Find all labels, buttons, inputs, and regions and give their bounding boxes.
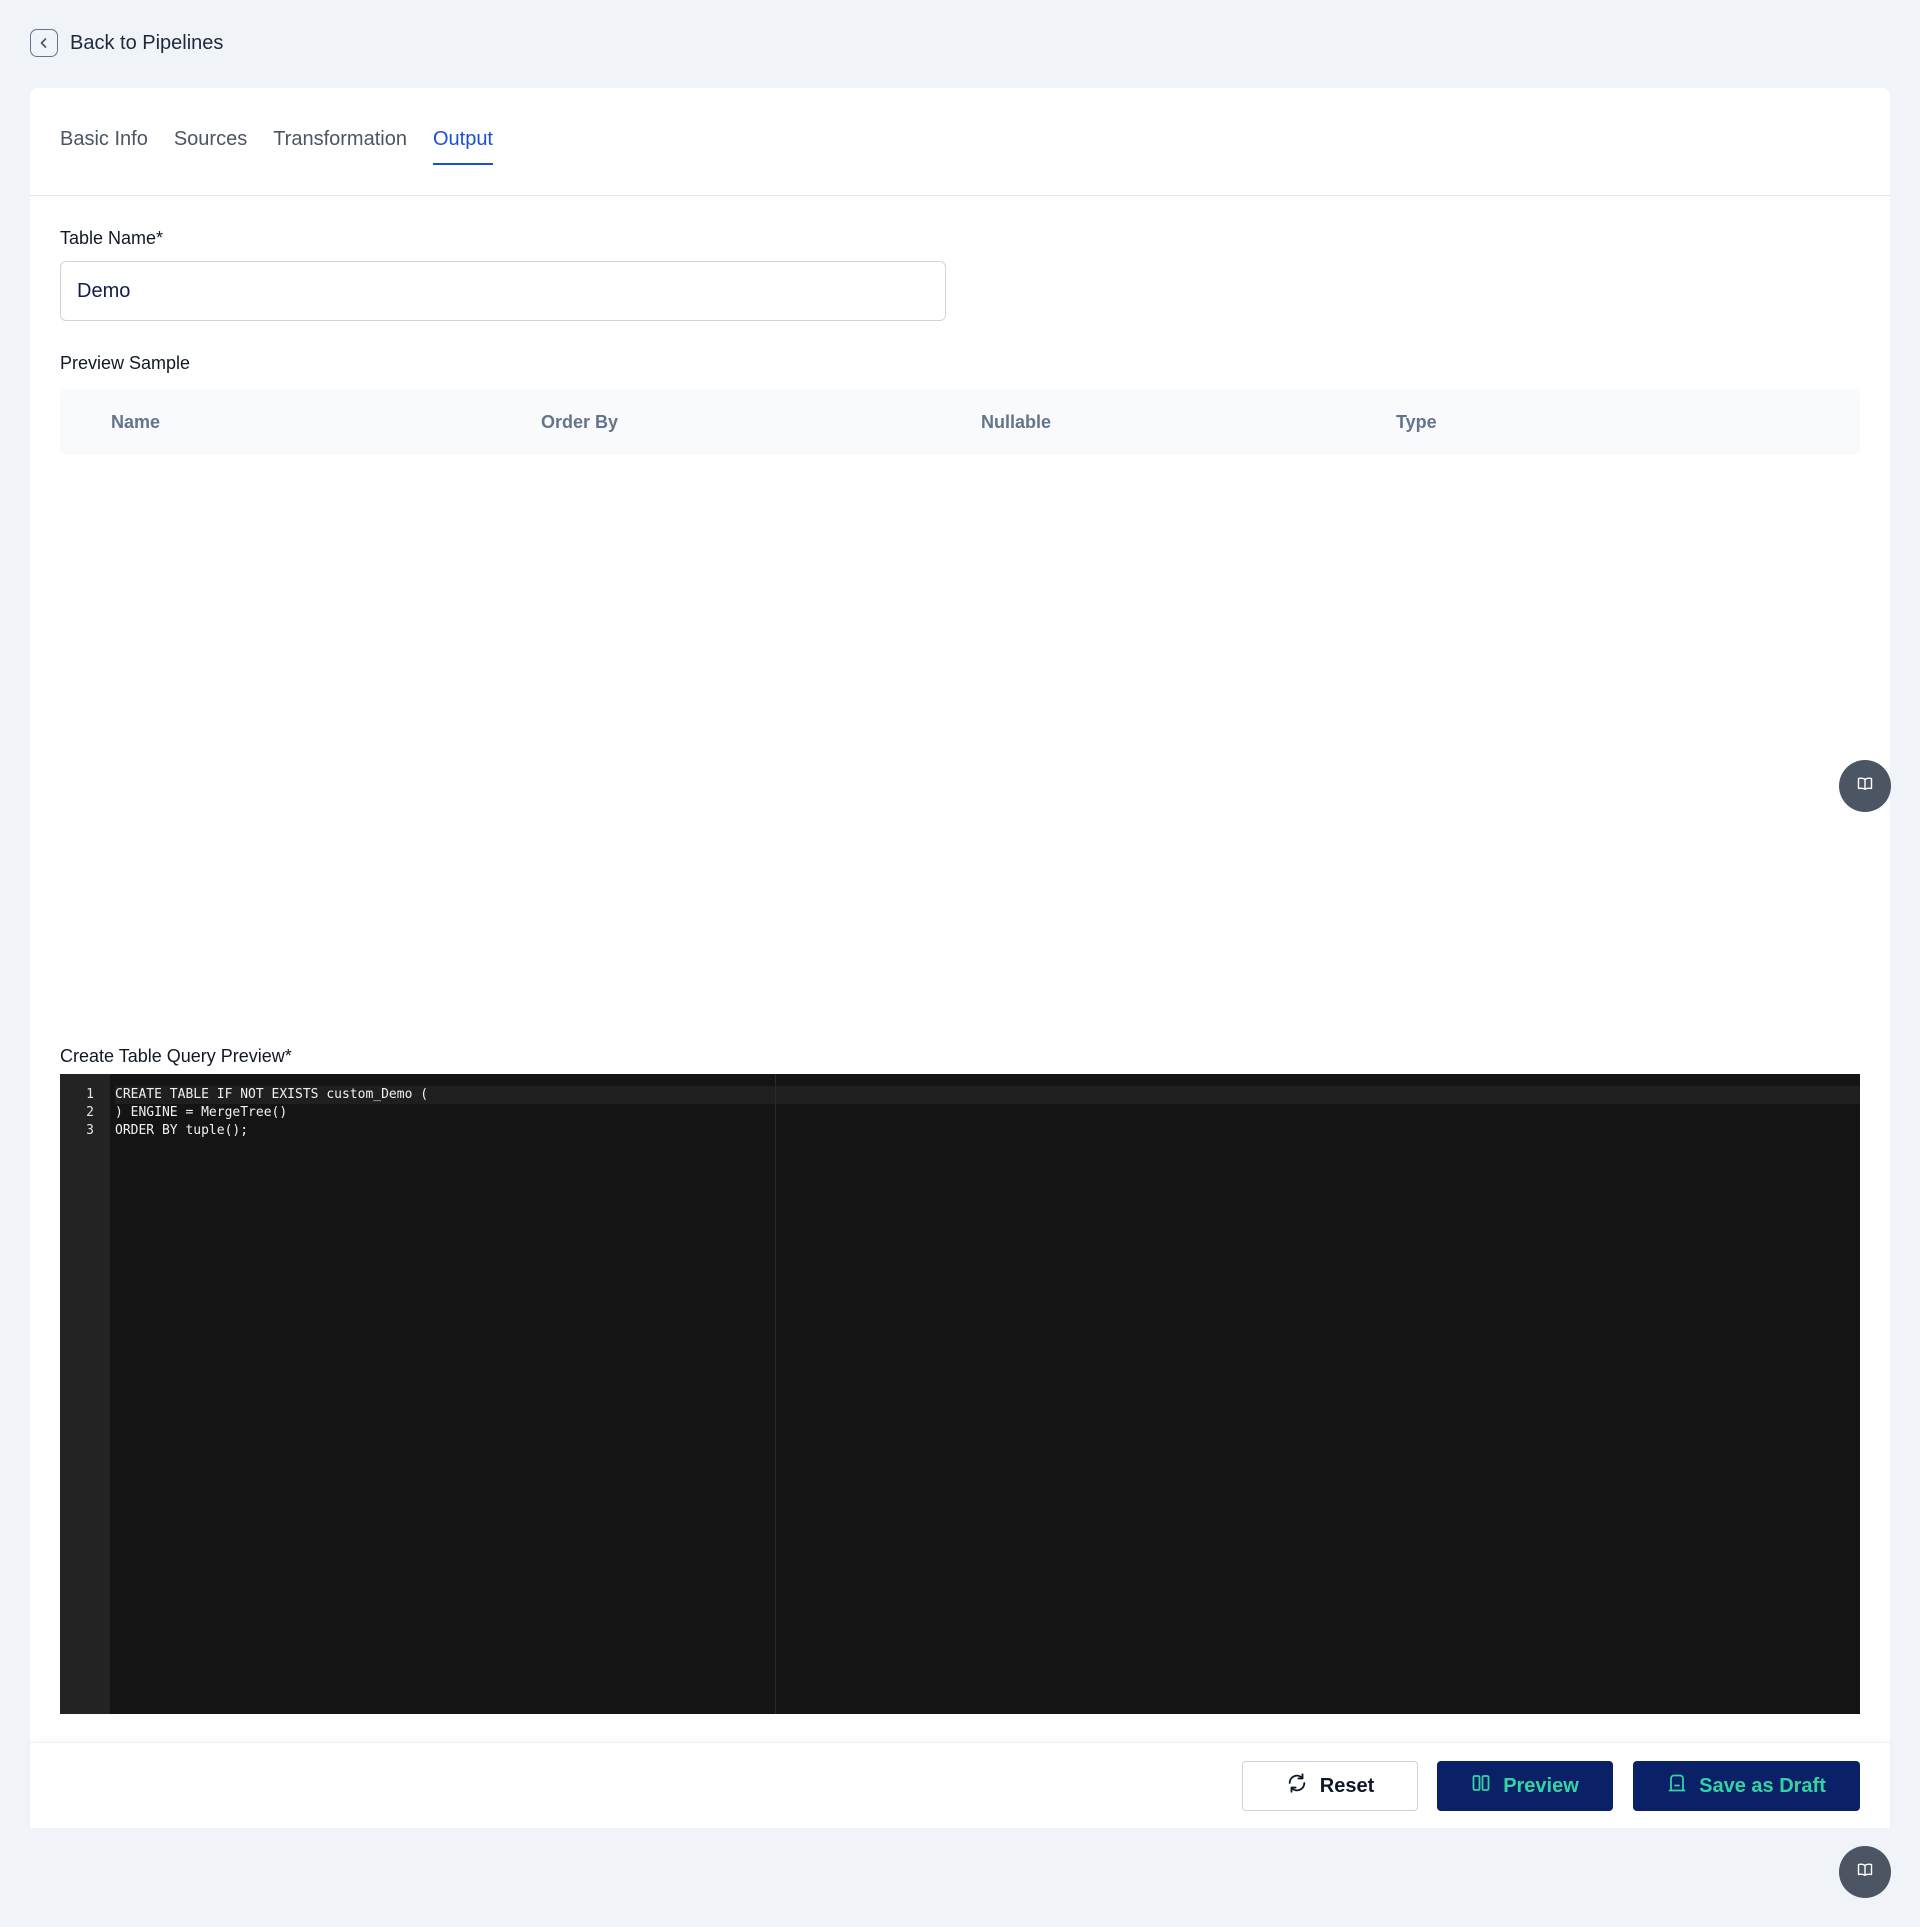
preview-button[interactable]: Preview [1437, 1761, 1613, 1811]
tab-transformation[interactable]: Transformation [273, 128, 407, 163]
columns-icon [1471, 1773, 1491, 1799]
tab-output[interactable]: Output [432, 128, 493, 165]
column-header-order-by: Order By [541, 411, 619, 432]
line-number: 3 [86, 1123, 94, 1138]
table-name-input[interactable] [60, 261, 946, 321]
column-header-type: Type [1396, 411, 1437, 432]
query-code-editor[interactable]: 1 2 3 CREATE TABLE IF NOT EXISTS custom_… [60, 1074, 1860, 1714]
book-icon [1856, 775, 1874, 798]
save-as-draft-button[interactable]: Save as Draft [1633, 1761, 1860, 1811]
book-icon [1856, 1861, 1874, 1884]
form-footer: Reset Preview Save as Draft [30, 1742, 1890, 1828]
reset-button[interactable]: Reset [1242, 1761, 1418, 1811]
line-number: 2 [86, 1105, 94, 1120]
chevron-left-icon [30, 29, 58, 57]
refresh-icon [1286, 1772, 1308, 1800]
tab-basic-info[interactable]: Basic Info [60, 128, 148, 163]
query-preview-label: Create Table Query Preview* [60, 1046, 292, 1066]
tab-bar: Basic Info Sources Transformation Output [30, 88, 1890, 196]
code-line: ) ENGINE = MergeTree() [115, 1105, 288, 1120]
pipeline-form-card: Basic Info Sources Transformation Output… [30, 88, 1890, 1828]
line-number: 1 [86, 1087, 94, 1102]
column-header-name: Name [111, 411, 161, 432]
editor-content[interactable]: CREATE TABLE IF NOT EXISTS custom_Demo (… [110, 1074, 1860, 1714]
preview-button-label: Preview [1503, 1774, 1579, 1797]
table-name-label: Table Name* [60, 228, 164, 248]
editor-print-margin [775, 1074, 776, 1714]
docs-floating-button[interactable] [1839, 760, 1891, 812]
save-icon [1667, 1773, 1687, 1799]
help-floating-button[interactable] [1839, 1846, 1891, 1898]
code-line: CREATE TABLE IF NOT EXISTS custom_Demo ( [115, 1086, 1860, 1104]
reset-button-label: Reset [1319, 1774, 1375, 1797]
preview-table-header: Name Order By Nullable Type [60, 389, 1860, 455]
save-as-draft-label: Save as Draft [1699, 1774, 1826, 1797]
code-line: ORDER BY tuple(); [115, 1123, 249, 1138]
column-header-nullable: Nullable [981, 411, 1052, 432]
preview-sample-label: Preview Sample [60, 353, 191, 373]
back-to-pipelines-link[interactable]: Back to Pipelines [30, 29, 223, 57]
editor-gutter: 1 2 3 [60, 1074, 110, 1714]
tab-sources[interactable]: Sources [174, 128, 247, 163]
back-link-label: Back to Pipelines [70, 31, 224, 54]
